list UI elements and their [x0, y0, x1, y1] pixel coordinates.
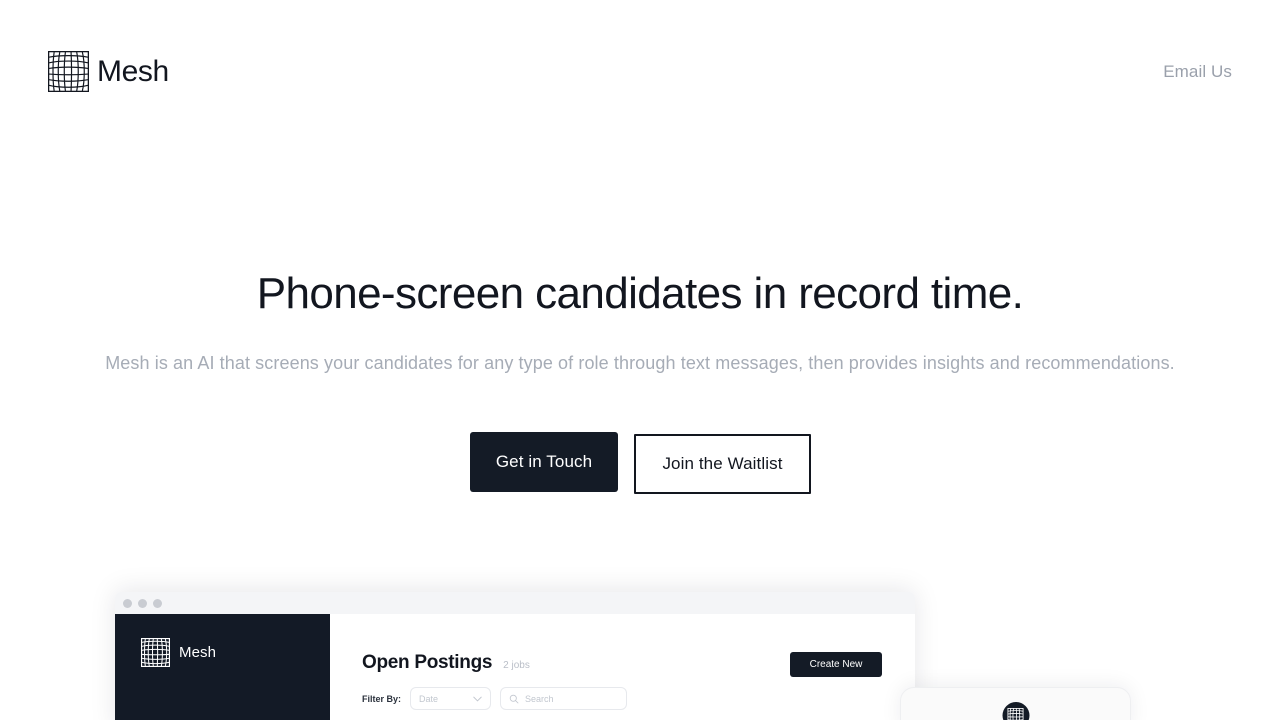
app-preview-body: Mesh Open Postings 2 jobs Filter By: Dat…: [115, 614, 915, 720]
search-placeholder: Search: [525, 693, 554, 704]
get-in-touch-button[interactable]: Get in Touch: [470, 432, 618, 492]
search-input[interactable]: Search: [500, 687, 628, 710]
browser-chrome-bar: [115, 592, 915, 614]
filter-date-value: Date: [419, 693, 439, 704]
app-jobs-count: 2 jobs: [503, 660, 530, 671]
search-icon: [509, 694, 519, 704]
hero-subheadline: Mesh is an AI that screens your candidat…: [105, 353, 1175, 373]
create-new-button[interactable]: Create New: [790, 652, 882, 677]
filter-by-label: Filter By:: [362, 693, 402, 704]
brand-logo[interactable]: Mesh: [48, 51, 169, 92]
window-minimize-dot-icon: [138, 598, 147, 608]
app-sidebar-brand[interactable]: Mesh: [141, 638, 330, 667]
floating-chat-card[interactable]: [900, 687, 1131, 720]
landing-page: Mesh Email Us Phone-screen candidates in…: [0, 0, 1280, 720]
top-navigation: Mesh Email Us: [0, 0, 1280, 143]
app-sidebar: Mesh: [115, 614, 330, 720]
app-preview-mockup: Mesh Open Postings 2 jobs Filter By: Dat…: [115, 592, 915, 720]
avatar: [1002, 702, 1029, 720]
mesh-grid-icon: [48, 51, 89, 92]
app-main-content: Open Postings 2 jobs Filter By: Date Sea…: [330, 614, 915, 720]
window-close-dot-icon: [123, 598, 132, 608]
join-waitlist-button[interactable]: Join the Waitlist: [634, 434, 811, 494]
mesh-grid-icon: [1007, 707, 1024, 720]
chevron-down-icon: [473, 696, 482, 702]
filter-date-select[interactable]: Date: [410, 687, 492, 710]
mesh-grid-icon: [141, 638, 170, 667]
page-title: Phone-screen candidates in record time.: [256, 269, 1024, 318]
window-maximize-dot-icon: [153, 598, 162, 608]
cta-button-group: Get in Touch Join the Waitlist: [0, 432, 1280, 502]
app-page-title: Open Postings: [362, 652, 493, 673]
brand-name: Mesh: [97, 54, 169, 88]
app-filter-row: Filter By: Date Search: [362, 687, 915, 710]
app-sidebar-brand-name: Mesh: [179, 644, 217, 661]
nav-link-email-us[interactable]: Email Us: [1163, 62, 1232, 82]
